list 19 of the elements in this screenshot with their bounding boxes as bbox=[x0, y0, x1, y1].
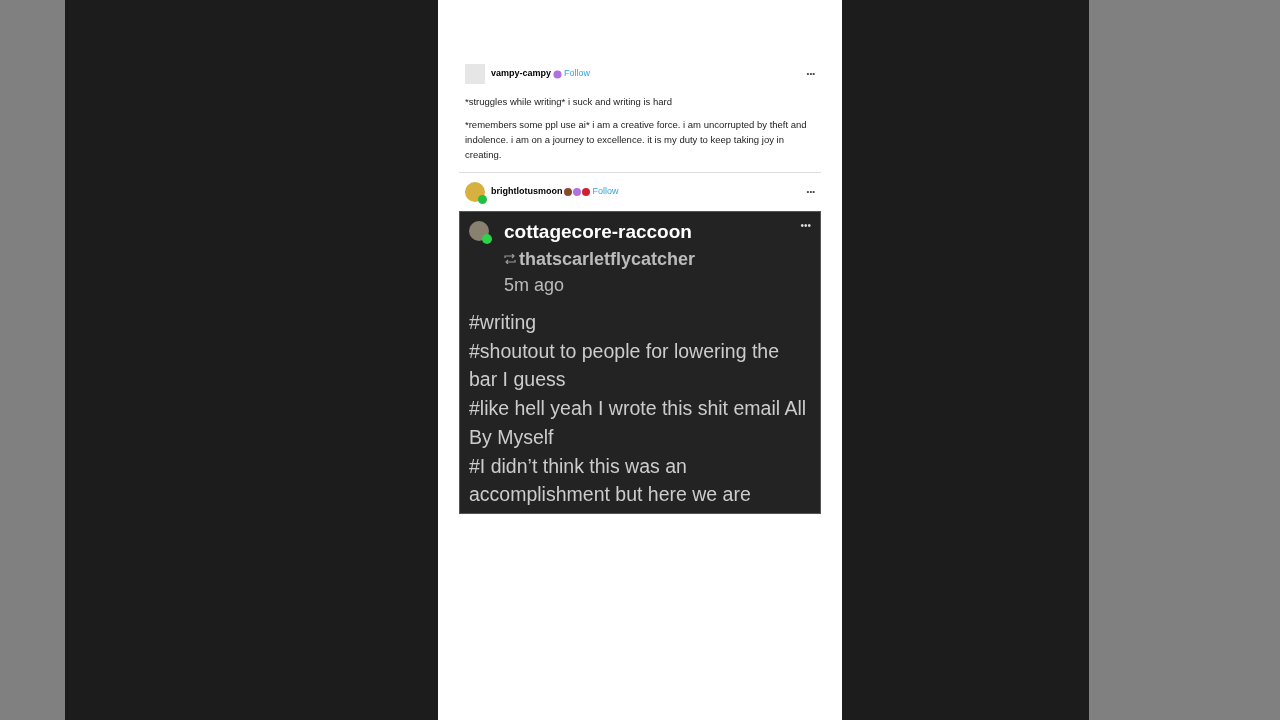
post-text: *struggles while writing* i suck and writing is hard bbox=[465, 95, 673, 109]
more-button[interactable]: ••• bbox=[806, 186, 815, 198]
more-button[interactable]: ••• bbox=[806, 68, 815, 80]
username: vampy-campy bbox=[491, 67, 552, 81]
tag-text: #writing bbox=[469, 310, 538, 335]
post-time: 5m ago bbox=[504, 274, 566, 297]
reblog-source: thatscarletflycatcher bbox=[519, 248, 696, 271]
post-text: *remembers some ppl use ai* i am a creative force. i am uncorrupted by theft and indolence. i am on a journey to excellence. it is my duty to keep taking joy in creating. bbox=[465, 118, 808, 162]
username: brightlotusmoon bbox=[491, 185, 563, 199]
reblog-icon bbox=[504, 254, 516, 264]
tag-text: #like hell yeah I wrote this shit email All By Myself bbox=[469, 396, 808, 450]
tag-text: #I didn’t think this was an accomplishment but here we are bbox=[469, 453, 752, 508]
more-button[interactable]: ••• bbox=[800, 218, 811, 233]
badge-icon bbox=[553, 69, 563, 79]
status-icon bbox=[478, 195, 487, 204]
tag-text: #shoutout to people for lowering the bar I guess bbox=[469, 338, 781, 393]
username: cottagecore-raccoon bbox=[504, 220, 693, 244]
status-icon bbox=[482, 234, 492, 244]
avatar bbox=[465, 64, 485, 84]
